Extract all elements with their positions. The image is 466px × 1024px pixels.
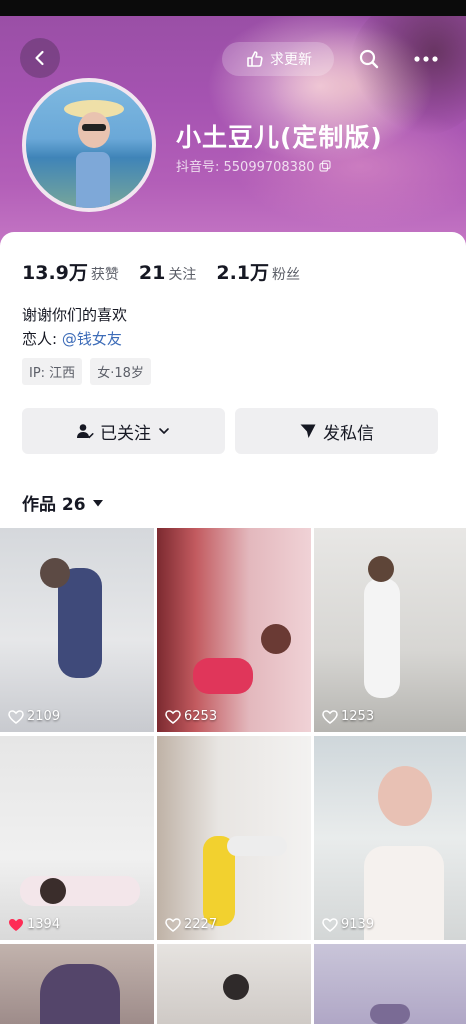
action-buttons: 已关注 发私信 — [22, 408, 438, 454]
tag-gender-age: 女·18岁 — [90, 358, 151, 385]
thumb-figure — [364, 846, 444, 940]
video-likes: 2227 — [165, 917, 217, 932]
search-button[interactable] — [352, 42, 386, 76]
followed-button[interactable]: 已关注 — [22, 408, 225, 454]
avatar[interactable] — [22, 78, 156, 212]
thumb-legs — [227, 836, 287, 856]
thumb-figure — [40, 964, 120, 1024]
thumb-figure — [364, 578, 400, 698]
request-update-label: 求更新 — [270, 52, 312, 68]
back-button[interactable] — [20, 38, 60, 78]
douyin-id: 抖音号: 55099708380 — [176, 156, 331, 175]
likes-count: 9139 — [341, 917, 375, 932]
video-likes: 9139 — [322, 917, 374, 932]
video-thumbnail[interactable]: 2109 — [0, 528, 154, 732]
tab-works[interactable]: 作品 26 — [22, 490, 104, 515]
thumb-head — [223, 974, 249, 1000]
thumb-figure — [20, 876, 140, 906]
chevron-left-icon — [35, 50, 44, 66]
thumb-head — [378, 766, 432, 826]
user-check-icon — [77, 424, 94, 439]
likes-count: 2227 — [184, 917, 218, 932]
chevron-down-icon — [159, 428, 169, 434]
thumb-head — [40, 558, 70, 588]
heart-outline-icon — [165, 917, 181, 932]
bio-text: 谢谢你们的喜欢 — [22, 306, 128, 324]
send-message-label: 发私信 — [323, 423, 374, 444]
stat-following-label: 关注 — [168, 267, 197, 283]
stat-following[interactable]: 21 关注 — [139, 262, 196, 284]
request-update-button[interactable]: 求更新 — [222, 42, 334, 76]
video-likes: 1394 — [8, 917, 60, 932]
pointing-hand-icon — [247, 51, 263, 67]
video-likes: 6253 — [165, 709, 217, 724]
thumb-figure — [193, 658, 253, 694]
stat-followers-label: 粉丝 — [272, 267, 301, 283]
lover-prefix: 恋人: — [22, 330, 62, 348]
profile-stats: 13.9万 获赞 21 关注 2.1万 粉丝 — [22, 258, 300, 285]
heart-outline-icon — [8, 709, 24, 724]
caret-down-icon — [92, 499, 103, 506]
search-icon — [359, 49, 379, 69]
profile-card: 13.9万 获赞 21 关注 2.1万 粉丝 谢谢你们的喜欢 恋人: @钱女友 IP:… — [0, 232, 466, 528]
stat-followers-value: 2.1万 — [216, 262, 270, 284]
status-bar — [0, 0, 466, 16]
profile-name: 小土豆儿(定制版) — [176, 123, 383, 152]
send-message-button[interactable]: 发私信 — [235, 408, 438, 454]
likes-count: 1394 — [27, 917, 61, 932]
heart-outline-icon — [322, 917, 338, 932]
video-thumbnail[interactable]: 1253 — [314, 528, 466, 732]
copy-icon[interactable] — [318, 159, 331, 172]
lover-mention-link[interactable]: @钱女友 — [62, 330, 122, 348]
followed-label: 已关注 — [100, 423, 151, 444]
video-likes: 2109 — [8, 709, 60, 724]
stat-likes-value: 13.9万 — [22, 262, 88, 284]
stat-following-value: 21 — [138, 262, 166, 284]
bio-lover: 恋人: @钱女友 — [22, 328, 122, 349]
thumb-figure — [370, 1004, 410, 1024]
video-grid: 2109 6253 1253 1394 2227 9139 — [0, 528, 466, 1024]
stat-likes[interactable]: 13.9万 获赞 — [22, 258, 119, 285]
send-icon — [300, 424, 316, 438]
tag-ip-location: IP: 江西 — [22, 358, 83, 385]
video-thumbnail[interactable] — [0, 944, 154, 1024]
profile-tags: IP: 江西 女·18岁 — [22, 358, 151, 385]
works-tab-label: 作品 26 — [22, 495, 86, 515]
stat-followers[interactable]: 2.1万 粉丝 — [216, 258, 300, 285]
likes-count: 1253 — [341, 709, 375, 724]
heart-filled-icon — [9, 918, 23, 931]
likes-count: 2109 — [27, 709, 61, 724]
douyin-id-text: 抖音号: 55099708380 — [176, 160, 315, 175]
heart-outline-icon — [165, 709, 181, 724]
video-likes: 1253 — [322, 709, 374, 724]
more-button[interactable] — [406, 42, 446, 76]
video-thumbnail[interactable]: 1394 — [0, 736, 154, 940]
video-thumbnail[interactable]: 6253 — [157, 528, 311, 732]
heart-outline-icon — [322, 709, 338, 724]
avatar-shirt — [76, 152, 110, 208]
thumb-head — [368, 556, 394, 582]
video-thumbnail[interactable] — [314, 944, 466, 1024]
thumb-head — [261, 624, 291, 654]
avatar-sunglasses — [82, 124, 106, 131]
video-thumbnail[interactable]: 2227 — [157, 736, 311, 940]
video-thumbnail[interactable]: 9139 — [314, 736, 466, 940]
thumb-head — [40, 878, 66, 904]
stat-likes-label: 获赞 — [90, 267, 119, 283]
more-dots-icon — [414, 56, 438, 62]
likes-count: 6253 — [184, 709, 218, 724]
video-thumbnail[interactable] — [157, 944, 311, 1024]
